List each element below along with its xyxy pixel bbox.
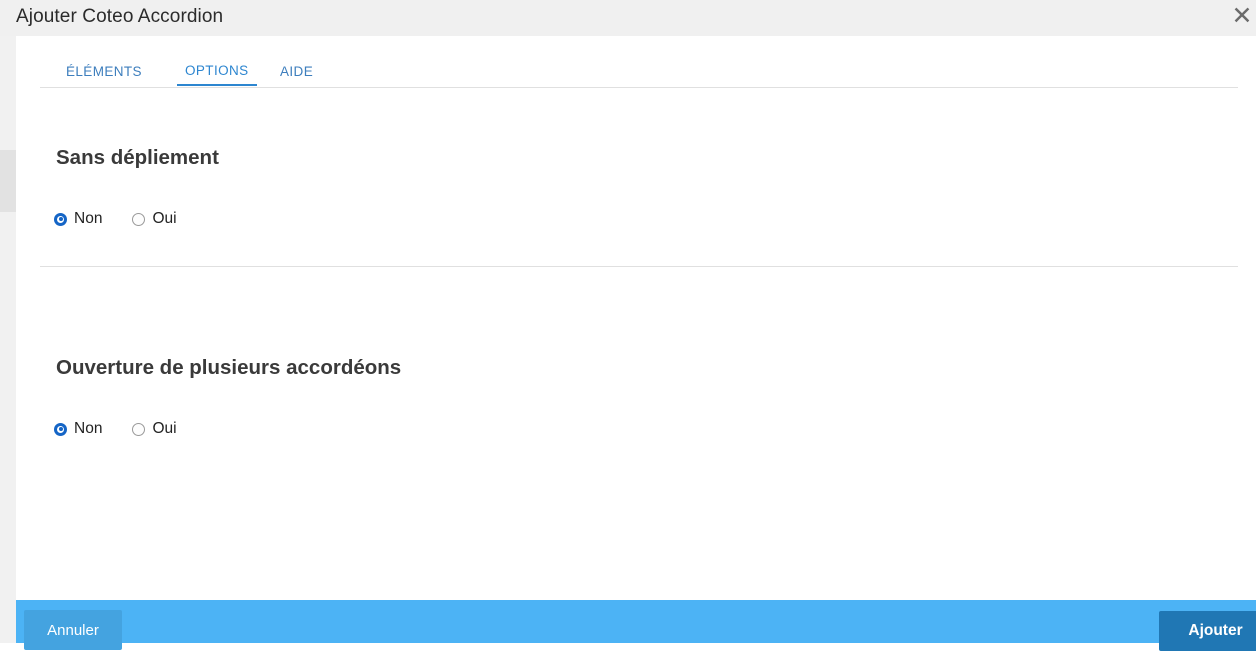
radio-sans-depliement-oui[interactable]: Oui bbox=[132, 210, 177, 228]
tab-bar: ÉLÉMENTS OPTIONS AIDE bbox=[40, 56, 1238, 88]
radio-ouverture-plusieurs-non[interactable]: Non bbox=[54, 420, 102, 438]
dialog-titlebar: Ajouter Coteo Accordion ✕ bbox=[0, 0, 1256, 36]
cancel-button[interactable]: Annuler bbox=[24, 610, 122, 650]
radio-label: Oui bbox=[152, 210, 177, 227]
radio-mark-selected-icon bbox=[54, 212, 67, 226]
section-divider bbox=[40, 266, 1238, 267]
submit-button[interactable]: Ajouter bbox=[1159, 611, 1256, 651]
radio-group-sans-depliement: Non Oui bbox=[54, 208, 207, 230]
dialog-title: Ajouter Coteo Accordion bbox=[16, 6, 224, 27]
radio-label: Non bbox=[74, 420, 103, 437]
radio-mark-selected-icon bbox=[54, 422, 67, 436]
dialog-window: Ajouter Coteo Accordion ✕ ÉLÉMENTS OPTIO… bbox=[0, 0, 1256, 651]
tab-elements[interactable]: ÉLÉMENTS bbox=[66, 56, 142, 86]
radio-mark-unselected-icon bbox=[132, 212, 146, 226]
radio-group-ouverture-plusieurs: Non Oui bbox=[54, 418, 207, 440]
section-title-ouverture-plusieurs: Ouverture de plusieurs accordéons bbox=[56, 356, 402, 379]
dialog-body: ÉLÉMENTS OPTIONS AIDE Sans dépliement No… bbox=[16, 36, 1256, 600]
radio-mark-unselected-icon bbox=[132, 422, 146, 436]
close-icon[interactable]: ✕ bbox=[1228, 3, 1256, 31]
dialog-footer: Annuler Ajouter bbox=[16, 600, 1256, 651]
radio-label: Oui bbox=[152, 420, 177, 437]
tab-options[interactable]: OPTIONS bbox=[177, 56, 257, 86]
radio-ouverture-plusieurs-oui[interactable]: Oui bbox=[132, 420, 177, 438]
radio-sans-depliement-non[interactable]: Non bbox=[54, 210, 102, 228]
section-title-sans-depliement: Sans dépliement bbox=[56, 146, 219, 169]
tab-aide[interactable]: AIDE bbox=[280, 56, 313, 86]
page-scrollbar-track[interactable] bbox=[0, 0, 16, 643]
page-scrollbar-thumb[interactable] bbox=[0, 150, 16, 212]
radio-label: Non bbox=[74, 210, 103, 227]
